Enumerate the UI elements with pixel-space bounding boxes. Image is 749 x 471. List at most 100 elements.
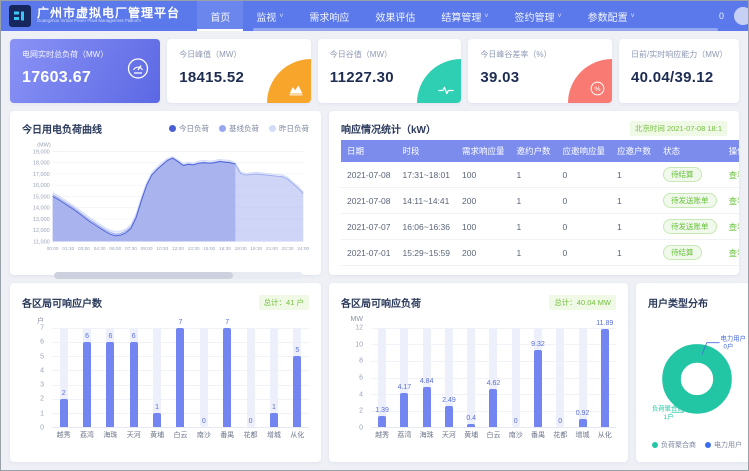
col-header-5: 应邀户数 — [611, 140, 657, 162]
svg-text:17,000: 17,000 — [33, 172, 50, 178]
legend-item[interactable]: 负荷聚合商 — [652, 440, 696, 450]
nav-scrollbar[interactable] — [253, 28, 718, 31]
notification-count[interactable]: 0 — [719, 11, 724, 21]
bar-column: 2.49天河 — [441, 328, 457, 427]
svg-text:00:00: 00:00 — [47, 246, 59, 252]
view-link[interactable]: 查看 — [729, 248, 739, 258]
bar-column: 4.84海珠 — [419, 328, 435, 427]
bar-column: 7白云 — [172, 328, 188, 427]
x-axis-label: 南沙 — [509, 430, 523, 440]
y-axis-tick: 4 — [359, 391, 363, 398]
x-axis-label: 天河 — [127, 430, 141, 440]
bar-column: 4.17荔湾 — [396, 328, 412, 427]
response-table: 日期时段需求响应量邀约户数应邀响应量应邀户数状态操作 2021-07-0817:… — [341, 140, 739, 266]
x-axis-label: 南沙 — [197, 430, 211, 440]
bar-value-label: 9.32 — [531, 341, 545, 348]
user-type-card: 用户类型分布 电力用户 0户 负荷聚合商 1户 负荷聚合商 电力用户 — [636, 283, 748, 462]
nav-item-2[interactable]: 需求响应 — [296, 1, 362, 31]
bar — [223, 328, 231, 427]
x-axis-label: 荔湾 — [397, 430, 411, 440]
donut-label: 负荷聚合商 — [652, 403, 684, 412]
x-axis-label: 黄埔 — [150, 430, 164, 440]
x-axis-label: 越秀 — [375, 430, 389, 440]
bar-value-label: 11.89 — [596, 320, 613, 327]
bar-value-label: 2 — [62, 390, 66, 397]
bar-column: 0花都 — [243, 328, 259, 427]
bar-column: 0.92增城 — [575, 328, 591, 427]
brand: 广州市虚拟电厂管理平台 Guangzhou Virtual Power Plan… — [37, 7, 181, 25]
x-axis-label: 增城 — [267, 430, 281, 440]
kpi-label: 今日峰值（MW） — [179, 49, 299, 60]
legend-item[interactable]: 电力用户 — [705, 440, 742, 450]
table-row: 2021-07-0716:06~16:36100101待发送账单查看 — [341, 214, 739, 240]
panel-title: 今日用电负荷曲线 — [22, 121, 102, 136]
svg-text:06:00: 06:00 — [109, 246, 121, 252]
bar-column: 0花都 — [552, 328, 568, 427]
bar-value-label: 7 — [225, 319, 229, 326]
topbar-right: 0 — [719, 7, 738, 25]
legend-item[interactable]: 基线负荷 — [219, 123, 259, 134]
bar — [489, 389, 497, 427]
nav-item-3[interactable]: 效果评估 — [362, 1, 428, 31]
x-axis-label: 白云 — [173, 430, 187, 440]
load-curve-chart: 19,00018,00017,00016,00015,00014,00013,0… — [22, 140, 309, 270]
legend-item[interactable]: 昨日负荷 — [269, 123, 309, 134]
bar-value-label: 1.39 — [375, 407, 389, 414]
bar-column: 11.89从化 — [597, 328, 613, 427]
bar — [579, 419, 587, 427]
chevron-down-icon: ˅ — [484, 13, 488, 20]
bar — [534, 350, 542, 427]
kpi-card-response-capability: 日前/实时响应能力（MW） 40.04/39.12 — [619, 39, 739, 103]
y-axis-tick: 3 — [40, 382, 44, 389]
bar-column: 5从化 — [289, 328, 305, 427]
nav-item-5[interactable]: 签约管理˅ — [502, 1, 575, 31]
x-axis-label: 从化 — [290, 430, 304, 440]
percent-icon: % — [568, 59, 612, 103]
nav-item-4[interactable]: 结算管理˅ — [428, 1, 501, 31]
x-axis-label: 海珠 — [420, 430, 434, 440]
bar-column: 1增城 — [266, 328, 282, 427]
view-link[interactable]: 查看 — [729, 196, 739, 206]
logo-icon — [13, 9, 27, 23]
bar — [601, 329, 609, 427]
y-axis-tick: 0 — [40, 425, 44, 432]
svg-text:09:00: 09:00 — [141, 246, 153, 252]
svg-text:21:00: 21:00 — [266, 246, 278, 252]
nav-item-6[interactable]: 参数配置˅ — [575, 1, 648, 31]
bar-value-label: 0 — [514, 418, 518, 425]
svg-text:14,000: 14,000 — [33, 206, 50, 212]
bar-column: 0南沙 — [196, 328, 212, 427]
chart-datazoom-slider[interactable] — [54, 272, 303, 279]
app-window: 广州市虚拟电厂管理平台 Guangzhou Virtual Power Plan… — [0, 0, 749, 471]
nav-item-1[interactable]: 监视˅ — [243, 1, 296, 31]
nav-item-0[interactable]: 首页 — [197, 1, 243, 31]
bottom-row: 各区局可响应户数 总计：41 户 户765432102越秀6荔湾6海珠6天河1黄… — [10, 283, 739, 462]
middle-row: 今日用电负荷曲线 今日负荷基线负荷昨日负荷 19,00018,00017,000… — [10, 111, 739, 275]
bar-track — [467, 328, 475, 427]
pulse-icon — [417, 59, 461, 103]
col-header-1: 时段 — [396, 140, 456, 162]
view-link[interactable]: 查看 — [729, 170, 739, 180]
bar-value-label: 0 — [249, 418, 253, 425]
x-axis-label: 荔湾 — [80, 430, 94, 440]
view-link[interactable]: 查看 — [729, 222, 739, 232]
col-header-2: 需求响应量 — [456, 140, 511, 162]
col-header-4: 应邀响应量 — [557, 140, 612, 162]
avatar[interactable] — [734, 7, 749, 25]
legend-item[interactable]: 今日负荷 — [169, 123, 209, 134]
app-subtitle: Guangzhou Virtual Power Plant Management… — [37, 19, 141, 23]
bar — [106, 342, 114, 427]
panel-title: 响应情况统计（kW） — [341, 121, 436, 136]
gauge-icon — [126, 57, 150, 86]
donut-label-count: 0户 — [723, 342, 733, 351]
donut-legend: 负荷聚合商 电力用户 — [648, 440, 746, 450]
bar-track — [247, 328, 255, 427]
bar — [423, 387, 431, 427]
table-header-row: 日期时段需求响应量邀约户数应邀响应量应邀户数状态操作 — [341, 140, 739, 162]
svg-text:01:30: 01:30 — [62, 246, 74, 252]
bar — [293, 356, 301, 427]
load-legend: 今日负荷基线负荷昨日负荷 — [169, 123, 309, 134]
y-axis-tick: 2 — [359, 408, 363, 415]
y-axis-tick: 4 — [40, 367, 44, 374]
svg-text:11,000: 11,000 — [33, 239, 50, 245]
